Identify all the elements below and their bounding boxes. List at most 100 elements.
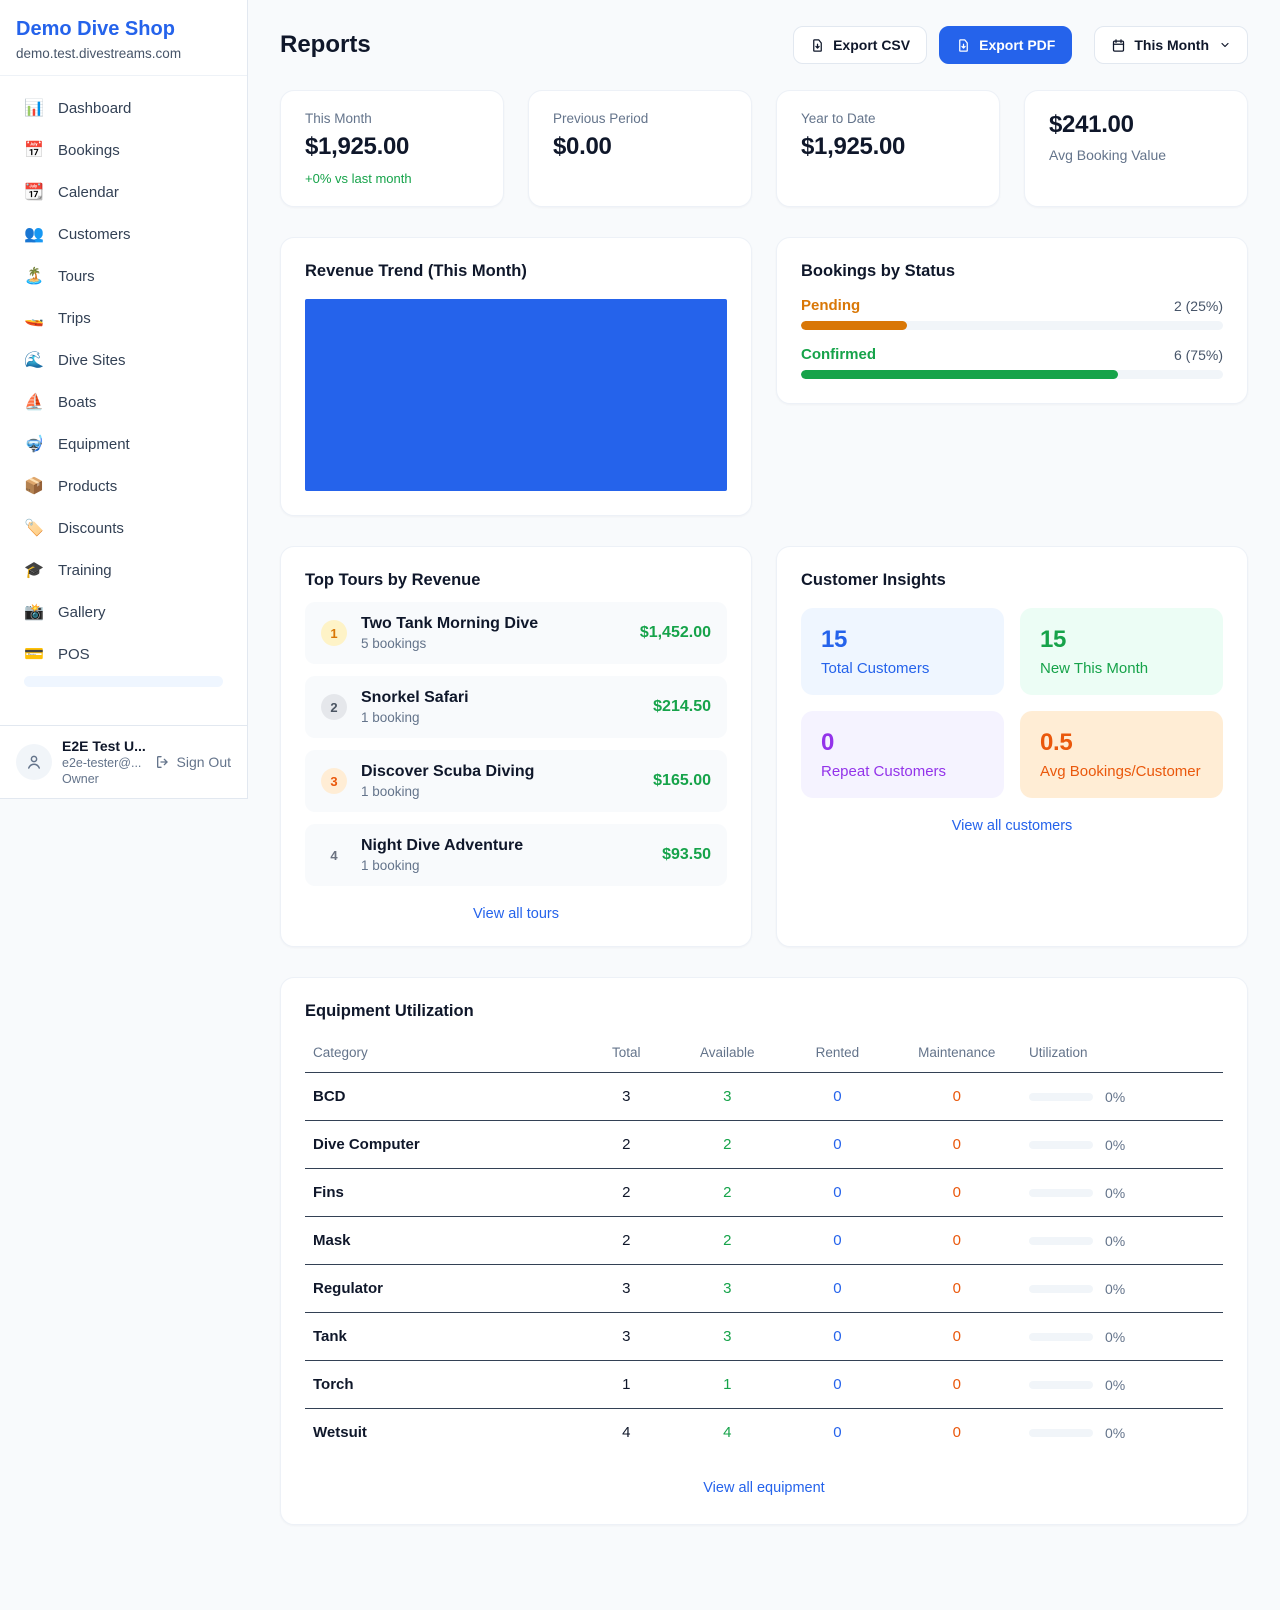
col-header-available: Available — [672, 1035, 782, 1073]
status-label: Confirmed — [801, 346, 876, 363]
sidebar-item-label: Gallery — [58, 604, 106, 621]
sidebar-item-dashboard[interactable]: 📊 Dashboard — [12, 88, 235, 128]
stat-card-this-month: This Month $1,925.00 +0% vs last month — [280, 90, 504, 207]
status-row-pending: Pending 2 (25%) — [801, 297, 1223, 330]
top-tours-card: Top Tours by Revenue 1 Two Tank Morning … — [280, 546, 752, 947]
customer-insights-title: Customer Insights — [801, 571, 1223, 590]
sidebar-item-training[interactable]: 🎓 Training — [12, 550, 235, 590]
cell-category: Regulator — [305, 1265, 580, 1313]
table-row: Regulator 3 3 0 0 0% — [305, 1265, 1223, 1313]
stat-value: $241.00 — [1049, 111, 1223, 139]
sidebar-item-reports-active-partial[interactable] — [24, 676, 223, 687]
sidebar-item-label: Boats — [58, 394, 96, 411]
tour-revenue: $1,452.00 — [640, 624, 711, 642]
speedboat-icon: 🚤 — [24, 308, 44, 328]
tour-bookings: 1 booking — [361, 784, 534, 799]
cell-category: Dive Computer — [305, 1121, 580, 1169]
tour-name: Night Dive Adventure — [361, 837, 523, 855]
sidebar-item-label: Dive Sites — [58, 352, 126, 369]
cell-category: Wetsuit — [305, 1409, 580, 1457]
status-value: 2 (25%) — [1174, 298, 1223, 314]
view-all-equipment-link[interactable]: View all equipment — [305, 1480, 1223, 1496]
wave-icon: 🌊 — [24, 350, 44, 370]
stat-card-year-to-date: Year to Date $1,925.00 — [776, 90, 1000, 207]
sidebar-item-tours[interactable]: 🏝️ Tours — [12, 256, 235, 296]
sidebar: Demo Dive Shop demo.test.divestreams.com… — [0, 0, 248, 799]
bookings-by-status-card: Bookings by Status Pending 2 (25%) Confi… — [776, 237, 1248, 404]
user-meta: E2E Test U... e2e-tester@... Owner — [62, 738, 145, 786]
cell-category: BCD — [305, 1073, 580, 1121]
cell-total: 3 — [580, 1073, 672, 1121]
sign-out-label: Sign Out — [177, 754, 231, 770]
sidebar-item-products[interactable]: 📦 Products — [12, 466, 235, 506]
sidebar-nav: 📊 Dashboard 📅 Bookings 📆 Calendar 👥 Cust… — [0, 76, 247, 725]
view-all-tours-link[interactable]: View all tours — [305, 906, 727, 922]
credit-card-icon: 💳 — [24, 644, 44, 664]
stat-value: $1,925.00 — [305, 133, 479, 161]
cell-available: 2 — [672, 1121, 782, 1169]
tour-name: Discover Scuba Diving — [361, 763, 534, 781]
tour-revenue: $214.50 — [653, 698, 711, 716]
sidebar-item-label: Tours — [58, 268, 95, 285]
graduation-cap-icon: 🎓 — [24, 560, 44, 580]
sidebar-item-label: Dashboard — [58, 100, 131, 117]
tour-row: 4 Night Dive Adventure 1 booking $93.50 — [305, 824, 727, 886]
utilization-percent: 0% — [1105, 1425, 1125, 1441]
tour-name: Two Tank Morning Dive — [361, 615, 538, 633]
period-dropdown[interactable]: This Month — [1094, 26, 1248, 64]
tour-bookings: 1 booking — [361, 710, 469, 725]
export-csv-button[interactable]: Export CSV — [793, 26, 927, 64]
sailboat-icon: ⛵ — [24, 392, 44, 412]
cell-utilization: 0% — [1021, 1073, 1223, 1121]
export-pdf-button[interactable]: Export PDF — [939, 26, 1072, 64]
sidebar-item-boats[interactable]: ⛵ Boats — [12, 382, 235, 422]
cell-total: 1 — [580, 1361, 672, 1409]
view-all-customers-link[interactable]: View all customers — [801, 818, 1223, 834]
cell-rented: 0 — [782, 1217, 892, 1265]
cell-maintenance: 0 — [893, 1121, 1022, 1169]
user-email: e2e-tester@... — [62, 756, 145, 770]
table-row: Wetsuit 4 4 0 0 0% — [305, 1409, 1223, 1457]
sidebar-item-discounts[interactable]: 🏷️ Discounts — [12, 508, 235, 548]
sidebar-item-customers[interactable]: 👥 Customers — [12, 214, 235, 254]
utilization-track — [1029, 1189, 1093, 1197]
table-header-row: Category Total Available Rented Maintena… — [305, 1035, 1223, 1073]
cell-utilization: 0% — [1021, 1265, 1223, 1313]
stat-label: Year to Date — [801, 111, 975, 126]
insight-value: 0 — [821, 729, 984, 757]
shop-domain: demo.test.divestreams.com — [16, 46, 231, 61]
insight-label: Avg Bookings/Customer — [1040, 763, 1203, 780]
status-value: 6 (75%) — [1174, 347, 1223, 363]
table-row: Mask 2 2 0 0 0% — [305, 1217, 1223, 1265]
stats-row: This Month $1,925.00 +0% vs last month P… — [280, 90, 1248, 207]
insights-row: Top Tours by Revenue 1 Two Tank Morning … — [280, 546, 1248, 947]
stat-label: Previous Period — [553, 111, 727, 126]
cell-utilization: 0% — [1021, 1361, 1223, 1409]
table-row: Torch 1 1 0 0 0% — [305, 1361, 1223, 1409]
sidebar-item-calendar[interactable]: 📆 Calendar — [12, 172, 235, 212]
cell-rented: 0 — [782, 1073, 892, 1121]
calendar-icon — [1111, 38, 1126, 53]
sidebar-item-pos[interactable]: 💳 POS — [12, 634, 235, 674]
cell-utilization: 0% — [1021, 1169, 1223, 1217]
sidebar-item-dive-sites[interactable]: 🌊 Dive Sites — [12, 340, 235, 380]
sidebar-item-label: Customers — [58, 226, 131, 243]
sidebar-user-footer: E2E Test U... e2e-tester@... Owner Sign … — [0, 725, 247, 798]
cell-total: 2 — [580, 1169, 672, 1217]
tour-name: Snorkel Safari — [361, 689, 469, 707]
shop-name-link[interactable]: Demo Dive Shop — [16, 18, 231, 41]
sidebar-item-label: Trips — [58, 310, 91, 327]
sidebar-item-gallery[interactable]: 📸 Gallery — [12, 592, 235, 632]
bar-chart-icon: 📊 — [24, 98, 44, 118]
sidebar-item-equipment[interactable]: 🤿 Equipment — [12, 424, 235, 464]
cell-rented: 0 — [782, 1121, 892, 1169]
sidebar-header: Demo Dive Shop demo.test.divestreams.com — [0, 0, 247, 76]
cell-rented: 0 — [782, 1361, 892, 1409]
package-icon: 📦 — [24, 476, 44, 496]
sidebar-item-trips[interactable]: 🚤 Trips — [12, 298, 235, 338]
sidebar-item-bookings[interactable]: 📅 Bookings — [12, 130, 235, 170]
col-header-category: Category — [305, 1035, 580, 1073]
sign-out-button[interactable]: Sign Out — [155, 754, 231, 770]
insight-tile-repeat-customers: 0 Repeat Customers — [801, 711, 1004, 798]
insight-value: 0.5 — [1040, 729, 1203, 757]
